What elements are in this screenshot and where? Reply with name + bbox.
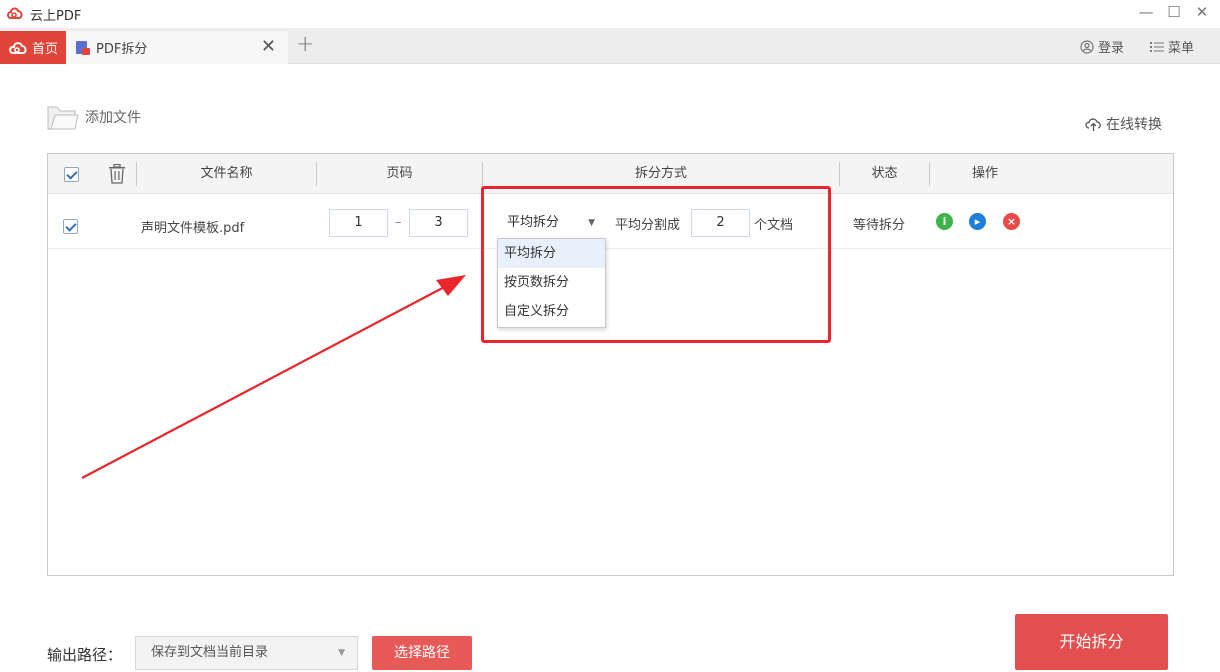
page-to-input[interactable]: 3: [409, 209, 468, 237]
highlight-annotation-box: [481, 186, 831, 343]
tab-close-icon[interactable]: ✕: [261, 36, 276, 57]
col-pages: 页码: [386, 166, 413, 181]
page-from-input[interactable]: 1: [329, 209, 388, 237]
login-label: 登录: [1098, 41, 1125, 56]
row-checkbox[interactable]: [63, 219, 78, 234]
online-convert-button[interactable]: 在线转换: [1085, 114, 1162, 134]
tab-bar: 首页 PDF拆分 ✕ + 登录 菜单: [0, 28, 1220, 64]
tab-home[interactable]: 首页: [0, 31, 66, 64]
file-name-cell: 声明文件模板.pdf: [141, 221, 245, 236]
online-convert-label: 在线转换: [1106, 117, 1162, 133]
cloud-icon: [9, 41, 27, 54]
output-path-value: 保存到文档当前目录: [151, 645, 269, 660]
output-path-select[interactable]: 保存到文档当前目录 ▼: [135, 636, 358, 670]
add-tab-button[interactable]: +: [296, 32, 314, 57]
menu-button[interactable]: 菜单: [1150, 37, 1194, 56]
window-close-button[interactable]: ✕: [1192, 3, 1212, 21]
add-file-label: 添加文件: [85, 110, 141, 126]
folder-icon: [47, 106, 79, 130]
maximize-button[interactable]: ☐: [1164, 3, 1184, 21]
menu-list-icon: [1150, 41, 1164, 52]
col-actions: 操作: [971, 166, 998, 181]
info-icon[interactable]: i: [936, 213, 953, 230]
cloud-upload-icon: [1085, 117, 1101, 131]
tab-pdf-split[interactable]: PDF拆分 ✕: [66, 31, 288, 64]
page-range-separator: –: [395, 215, 402, 230]
pdf-split-icon: [76, 40, 90, 55]
login-button[interactable]: 登录: [1080, 37, 1124, 56]
app-title: 云上PDF: [30, 9, 82, 24]
delete-icon[interactable]: ×: [1003, 213, 1020, 230]
tab-pdf-split-label: PDF拆分: [96, 42, 148, 57]
start-split-button[interactable]: 开始拆分: [1015, 614, 1168, 670]
output-path-label: 输出路径：: [47, 646, 123, 664]
col-file-name: 文件名称: [200, 166, 253, 181]
trash-icon[interactable]: [108, 164, 126, 184]
status-text: 等待拆分: [853, 218, 906, 233]
title-bar: 云上PDF — ☐ ✕: [0, 0, 1220, 28]
col-status: 状态: [871, 166, 898, 181]
menu-label: 菜单: [1168, 41, 1195, 56]
user-icon: [1080, 39, 1094, 54]
minimize-button[interactable]: —: [1136, 3, 1156, 21]
cloud-logo-icon: [7, 7, 23, 19]
play-icon[interactable]: ▸: [969, 213, 986, 230]
select-all-checkbox[interactable]: [64, 167, 79, 182]
caret-down-icon: ▼: [338, 648, 345, 658]
choose-path-button[interactable]: 选择路径: [372, 636, 472, 670]
add-file-button[interactable]: 添加文件: [47, 103, 141, 131]
tab-home-label: 首页: [31, 42, 58, 57]
